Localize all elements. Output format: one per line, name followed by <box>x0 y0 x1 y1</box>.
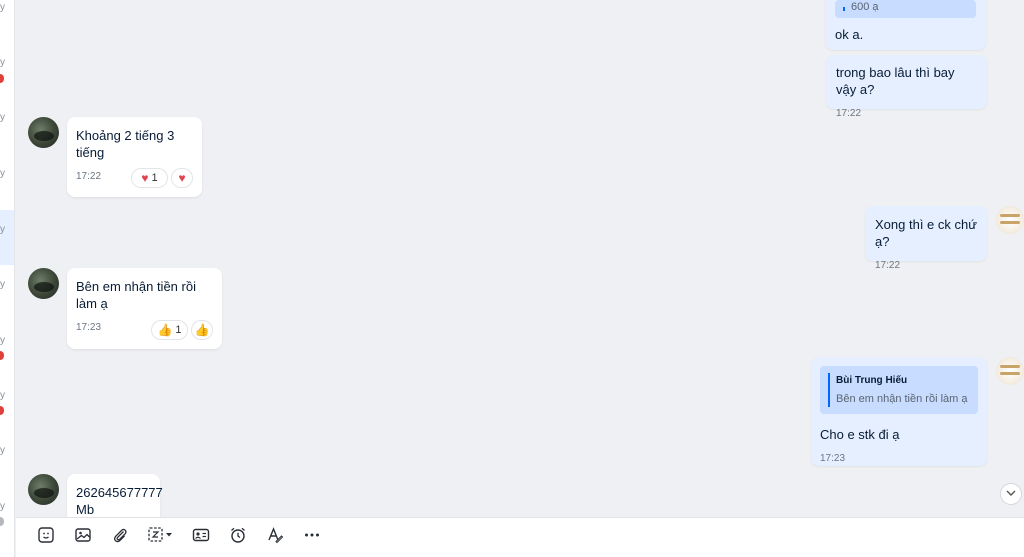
list-item-fragment: y <box>0 445 5 456</box>
send-image-button[interactable] <box>64 523 101 553</box>
format-text-icon <box>266 526 284 549</box>
format-text-button[interactable] <box>256 523 293 553</box>
message-text: Cho e stk đi ạ <box>820 427 900 442</box>
unread-badge <box>0 406 4 415</box>
quote-author: Bùi Trung Hiếu <box>836 375 908 386</box>
list-item-fragment: y <box>0 2 5 13</box>
message-text: Bên em nhận tiền rồi làm ạ <box>76 279 196 311</box>
list-item-fragment: y <box>0 224 5 235</box>
reminder-icon <box>229 526 247 549</box>
heart-icon: ♥ <box>178 170 186 185</box>
incoming-message[interactable]: Khoảng 2 tiếng 3 tiếng 17:22 ♥ 1 ♥ <box>67 117 202 197</box>
more-icon <box>303 526 321 549</box>
thumbs-up-icon: 👍 <box>157 322 173 337</box>
conversation-list-edge[interactable]: y y y y y y y y y y <box>0 0 15 557</box>
message-time: 17:23 <box>820 453 846 464</box>
image-icon <box>74 526 92 549</box>
unread-badge <box>0 74 4 83</box>
unread-badge <box>0 351 4 360</box>
message-time: 17:22 <box>836 108 862 119</box>
message-text: Mb <box>76 502 95 517</box>
composer-toolbar <box>16 517 1024 557</box>
quoted-reply[interactable]: Bùi Trung Hiếu Bên em nhận tiền rồi làm … <box>820 366 978 414</box>
reaction-count: 1 <box>175 323 182 336</box>
message-text: trong bao lâu thì bay vậy a? <box>836 65 955 97</box>
react-button[interactable]: ♥ <box>171 168 193 188</box>
contact-avatar[interactable] <box>28 117 59 148</box>
send-contact-card-button[interactable] <box>182 523 219 553</box>
quoted-reply[interactable]: 600 ạ <box>835 0 976 18</box>
screenshot-icon <box>147 526 173 549</box>
attach-file-button[interactable] <box>101 523 138 553</box>
message-text: Khoảng 2 tiếng 3 tiếng <box>76 128 175 160</box>
contact-avatar[interactable] <box>28 268 59 299</box>
react-button[interactable]: 👍 <box>191 320 213 340</box>
message-text: 262645677777 <box>76 485 163 500</box>
list-item-fragment: y <box>0 168 5 179</box>
my-avatar[interactable] <box>996 357 1024 385</box>
my-avatar[interactable] <box>996 206 1024 234</box>
list-item-fragment: y <box>0 112 5 123</box>
sticker-icon <box>37 526 55 549</box>
thumbs-up-icon: 👍 <box>194 322 210 337</box>
outgoing-message[interactable]: 600 ạ ok a. <box>825 0 986 50</box>
message-time: 17:22 <box>875 260 901 271</box>
message-text: Xong thì e ck chứ ạ? <box>875 217 977 249</box>
chevron-down-icon <box>1005 487 1017 502</box>
reminder-button[interactable] <box>219 523 256 553</box>
reaction-count: 1 <box>151 171 158 184</box>
contact-avatar[interactable] <box>28 474 59 505</box>
chat-message-area[interactable]: 600 ạ ok a. trong bao lâu thì bay vậy a?… <box>16 0 1024 517</box>
status-badge <box>0 517 4 526</box>
reaction-summary[interactable]: ♥ 1 <box>131 168 168 188</box>
screenshot-button[interactable] <box>138 523 182 553</box>
heart-icon: ♥ <box>141 170 149 185</box>
selected-conversation-highlight <box>0 210 14 265</box>
quote-text: Bên em nhận tiền rồi làm ạ <box>836 393 968 405</box>
outgoing-message[interactable]: trong bao lâu thì bay vậy a? 17:22 <box>826 55 987 119</box>
list-item-fragment: y <box>0 279 5 290</box>
more-options-button[interactable] <box>293 523 330 553</box>
outgoing-message[interactable]: Bùi Trung Hiếu Bên em nhận tiền rồi làm … <box>811 357 987 466</box>
list-item-fragment: y <box>0 390 5 401</box>
quote-text: 600 ạ <box>851 1 879 13</box>
attachment-icon <box>111 526 129 549</box>
list-item-fragment: y <box>0 501 5 512</box>
contact-card-icon <box>192 526 210 549</box>
incoming-message[interactable]: 262645677777 Mb <box>67 474 163 517</box>
scroll-to-bottom-button[interactable] <box>1000 483 1022 505</box>
outgoing-message[interactable]: Xong thì e ck chứ ạ? 17:22 <box>865 206 987 271</box>
incoming-message[interactable]: Bên em nhận tiền rồi làm ạ 17:23 👍 1 👍 <box>67 268 222 349</box>
reaction-summary[interactable]: 👍 1 <box>151 320 188 340</box>
list-item-fragment: y <box>0 335 5 346</box>
list-item-fragment: y <box>0 57 5 68</box>
sticker-button[interactable] <box>27 523 64 553</box>
message-text: ok a. <box>835 27 864 42</box>
